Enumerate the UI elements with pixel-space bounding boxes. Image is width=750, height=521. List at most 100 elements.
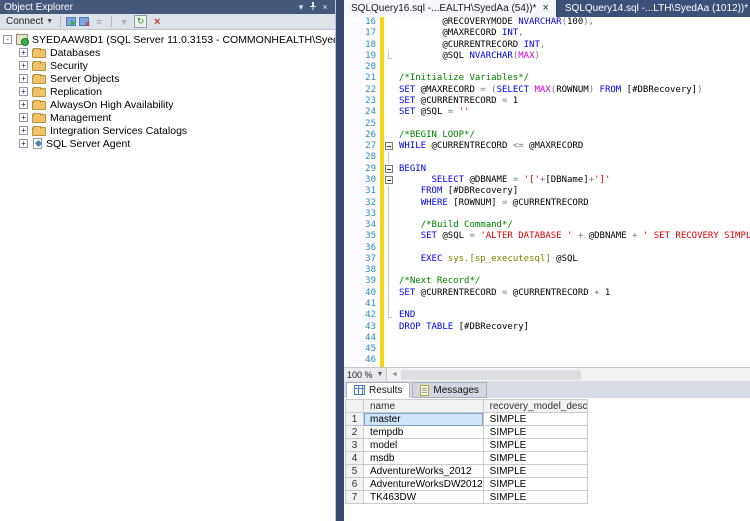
column-header[interactable]: name xyxy=(364,400,484,413)
tree-item-label: SQL Server Agent xyxy=(46,138,130,150)
document-tab-1[interactable]: SQLQuery16.sql -...EALTH\SyedAa (54))*× xyxy=(344,0,556,17)
chevron-down-icon[interactable]: ▾ xyxy=(295,2,307,13)
delete-icon[interactable]: × xyxy=(150,15,164,28)
stop-icon[interactable]: = xyxy=(92,15,106,28)
horizontal-scrollbar[interactable]: ◄ xyxy=(387,368,750,381)
fold-margin xyxy=(384,288,395,299)
grid-cell-name[interactable]: model xyxy=(364,439,484,452)
grid-cell-recovery-model[interactable]: SIMPLE xyxy=(483,491,588,504)
grid-cell-recovery-model[interactable]: SIMPLE xyxy=(483,478,588,491)
tree-item-management[interactable]: +Management xyxy=(0,111,335,124)
grid-cell-name[interactable]: AdventureWorks_2012 xyxy=(364,465,484,478)
column-header[interactable] xyxy=(346,400,364,413)
results-grid: namerecovery_model_desc1masterSIMPLE2tem… xyxy=(345,399,588,504)
line-number: 33 xyxy=(344,209,380,220)
grid-cell-name[interactable]: TK463DW xyxy=(364,491,484,504)
tree-item-sql-server-agent[interactable]: + SQL Server Agent xyxy=(0,137,335,150)
tree-item-server-objects[interactable]: +Server Objects xyxy=(0,72,335,85)
expand-expander-icon[interactable]: + xyxy=(19,113,28,122)
tree-item-security[interactable]: +Security xyxy=(0,59,335,72)
document-tab-bar: SQLQuery16.sql -...EALTH\SyedAa (54))*× S… xyxy=(344,0,750,17)
line-number: 26 xyxy=(344,130,380,141)
sql-code-editor[interactable]: 16 @RECOVERYMODE NVARCHAR(100),17 @MAXRE… xyxy=(344,17,750,367)
expand-expander-icon[interactable]: + xyxy=(19,100,28,109)
line-number: 40 xyxy=(344,288,380,299)
fold-margin xyxy=(384,198,395,209)
row-header-cell[interactable]: 4 xyxy=(346,452,364,465)
tab-results[interactable]: Results xyxy=(346,382,410,398)
expand-expander-icon[interactable]: + xyxy=(19,126,28,135)
code-text: @SQL NVARCHAR(MAX) xyxy=(395,51,540,62)
results-tab-label: Messages xyxy=(433,385,479,396)
refresh-icon[interactable]: ↻ xyxy=(134,15,147,28)
tree-item-replication[interactable]: +Replication xyxy=(0,85,335,98)
grid-cell-name[interactable]: master xyxy=(364,413,484,426)
grid-cell-recovery-model[interactable]: SIMPLE xyxy=(483,465,588,478)
row-header-cell[interactable]: 6 xyxy=(346,478,364,491)
tab-label: SQLQuery14.sql -...LTH\SyedAa (1012))* xyxy=(565,0,748,17)
grid-cell-name[interactable]: msdb xyxy=(364,452,484,465)
collapse-region-icon[interactable] xyxy=(385,176,393,184)
code-line: 28 xyxy=(344,152,750,163)
expand-expander-icon[interactable]: + xyxy=(19,139,28,148)
code-line: 36 xyxy=(344,243,750,254)
line-number: 46 xyxy=(344,355,380,366)
connect-button[interactable]: Connect ▼ xyxy=(4,16,55,27)
fold-margin xyxy=(384,355,395,366)
fold-margin xyxy=(384,141,395,152)
line-number: 37 xyxy=(344,254,380,265)
tree-item-integration-services-catalogs[interactable]: +Integration Services Catalogs xyxy=(0,124,335,137)
folder-icon xyxy=(32,114,46,123)
connect-icon[interactable] xyxy=(66,17,76,26)
expand-expander-icon[interactable]: + xyxy=(19,87,28,96)
filter-icon[interactable]: ▼ xyxy=(117,15,131,28)
results-tab-label: Results xyxy=(369,385,402,396)
tree-item-alwayson-high-availability[interactable]: +AlwaysOn High Availability xyxy=(0,98,335,111)
grid-cell-recovery-model[interactable]: SIMPLE xyxy=(483,426,588,439)
row-header-cell[interactable]: 3 xyxy=(346,439,364,452)
line-number: 31 xyxy=(344,186,380,197)
grid-cell-recovery-model[interactable]: SIMPLE xyxy=(483,439,588,452)
folder-icon xyxy=(32,62,46,71)
collapse-region-icon[interactable] xyxy=(385,165,393,173)
close-icon[interactable]: × xyxy=(319,2,331,12)
code-text xyxy=(395,209,399,220)
expand-expander-icon[interactable]: + xyxy=(19,74,28,83)
row-header-cell[interactable]: 7 xyxy=(346,491,364,504)
disconnect-icon[interactable] xyxy=(79,17,89,26)
folder-icon xyxy=(32,127,46,136)
code-text: /*Next Record*/ xyxy=(395,276,480,287)
grid-cell-recovery-model[interactable]: SIMPLE xyxy=(483,413,588,426)
folder-icon xyxy=(32,88,46,97)
grid-cell-name[interactable]: AdventureWorksDW2012 xyxy=(364,478,484,491)
scroll-left-icon[interactable]: ◄ xyxy=(387,371,401,378)
code-line: 16 @RECOVERYMODE NVARCHAR(100), xyxy=(344,17,750,28)
fold-margin xyxy=(384,73,395,84)
row-header-cell[interactable]: 1 xyxy=(346,413,364,426)
document-tab-2[interactable]: SQLQuery14.sql -...LTH\SyedAa (1012))* xyxy=(558,0,750,17)
code-line: 22SET @MAXRECORD = (SELECT MAX(ROWNUM) F… xyxy=(344,85,750,96)
expand-expander-icon[interactable]: + xyxy=(19,48,28,57)
grid-cell-name[interactable]: tempdb xyxy=(364,426,484,439)
object-explorer-title: Object Explorer xyxy=(4,2,295,13)
table-row: 2tempdbSIMPLE xyxy=(346,426,588,439)
fold-margin xyxy=(384,231,395,242)
scrollbar-thumb[interactable] xyxy=(401,370,581,380)
code-line: 26/*BEGIN LOOP*/ xyxy=(344,130,750,141)
grid-cell-recovery-model[interactable]: SIMPLE xyxy=(483,452,588,465)
row-header-cell[interactable]: 2 xyxy=(346,426,364,439)
code-line: 31 FROM [#DBRecovery] xyxy=(344,186,750,197)
collapse-region-icon[interactable] xyxy=(385,142,393,150)
code-text xyxy=(395,119,399,130)
tab-messages[interactable]: Messages xyxy=(412,382,487,398)
collapse-expander-icon[interactable]: - xyxy=(3,35,12,44)
row-header-cell[interactable]: 5 xyxy=(346,465,364,478)
fold-margin xyxy=(384,130,395,141)
tree-item-server[interactable]: -SYEDAAW8D1 (SQL Server 11.0.3153 - COMM… xyxy=(0,33,335,46)
zoom-level-dropdown[interactable]: 100 % ▼ xyxy=(344,368,387,381)
pin-icon[interactable] xyxy=(307,1,319,13)
tree-item-databases[interactable]: +Databases xyxy=(0,46,335,59)
close-tab-icon[interactable]: × xyxy=(542,3,548,14)
column-header[interactable]: recovery_model_desc xyxy=(483,400,588,413)
expand-expander-icon[interactable]: + xyxy=(19,61,28,70)
